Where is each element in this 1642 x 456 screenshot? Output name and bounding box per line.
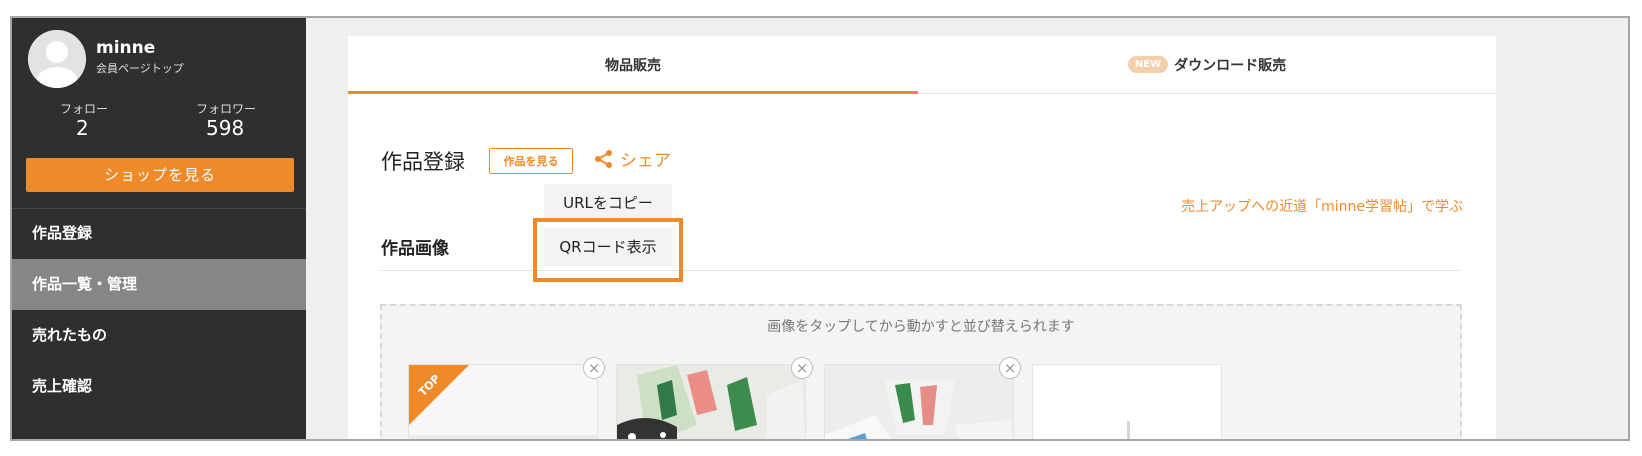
share-label: シェア [620,151,671,171]
username[interactable]: minne [96,38,155,58]
followers-label: フォロワー [196,102,257,116]
image-thumbnail[interactable] [824,364,1014,439]
sidebar-item-sales[interactable]: 売上確認 [12,361,306,412]
share-icon [595,150,612,168]
tab-physical[interactable]: 物品販売 [348,36,918,94]
image-thumbnail[interactable] [616,364,806,439]
app-frame: minne 会員ページトップ フォロー 2 フォロワー 598 ショップを見る … [10,16,1630,441]
delete-image-button[interactable]: × [583,357,605,379]
member-top-link[interactable]: 会員ページトップ [96,60,184,76]
add-image-button[interactable] [1032,364,1222,439]
copy-url-option[interactable]: URLをコピー [544,184,672,222]
highlight-box [533,218,683,282]
followers-count[interactable]: 598 [206,116,244,140]
active-tab-indicator [348,91,918,94]
learning-tip-link[interactable]: 売上アップへの近道「minne学習帖」で学ぶ [1181,196,1463,216]
delete-image-button[interactable]: × [791,357,813,379]
plus-icon-vertical [1127,421,1130,439]
top-ribbon [409,365,469,425]
cups-photo [825,365,1013,439]
tab-download-label: ダウンロード販売 [1174,58,1287,74]
following-count[interactable]: 2 [76,116,89,140]
main-card: 物品販売 NEW ダウンロード販売 作品登録 作品を見る シェア 売上アップへの近… [348,36,1496,439]
drop-hint: 画像をタップしてから動かすと並び替えられます [767,319,1075,335]
sidebar-item-list-manage[interactable]: 作品一覧・管理 [12,259,306,310]
image-dropzone[interactable]: 画像をタップしてから動かすと並び替えられます TOP × × × [380,304,1462,439]
sidebar-item-register[interactable]: 作品登録 [12,208,306,259]
view-shop-button[interactable]: ショップを見る [26,158,294,192]
page-title: 作品登録 [381,150,465,174]
sidebar-item-sold[interactable]: 売れたもの [12,310,306,361]
image-thumbnail[interactable]: TOP [408,364,598,439]
new-badge: NEW [1127,55,1169,73]
share-button[interactable]: シェア [594,148,671,174]
delete-image-button[interactable]: × [999,357,1021,379]
user-avatar-icon[interactable] [28,30,86,88]
section-label-images: 作品画像 [381,239,449,259]
tab-download[interactable]: NEW ダウンロード販売 [918,36,1496,94]
following-label: フォロー [60,102,109,116]
cups-photo [617,365,805,439]
view-item-button[interactable]: 作品を見る [489,148,573,174]
sidebar: minne 会員ページトップ フォロー 2 フォロワー 598 ショップを見る … [12,18,306,439]
